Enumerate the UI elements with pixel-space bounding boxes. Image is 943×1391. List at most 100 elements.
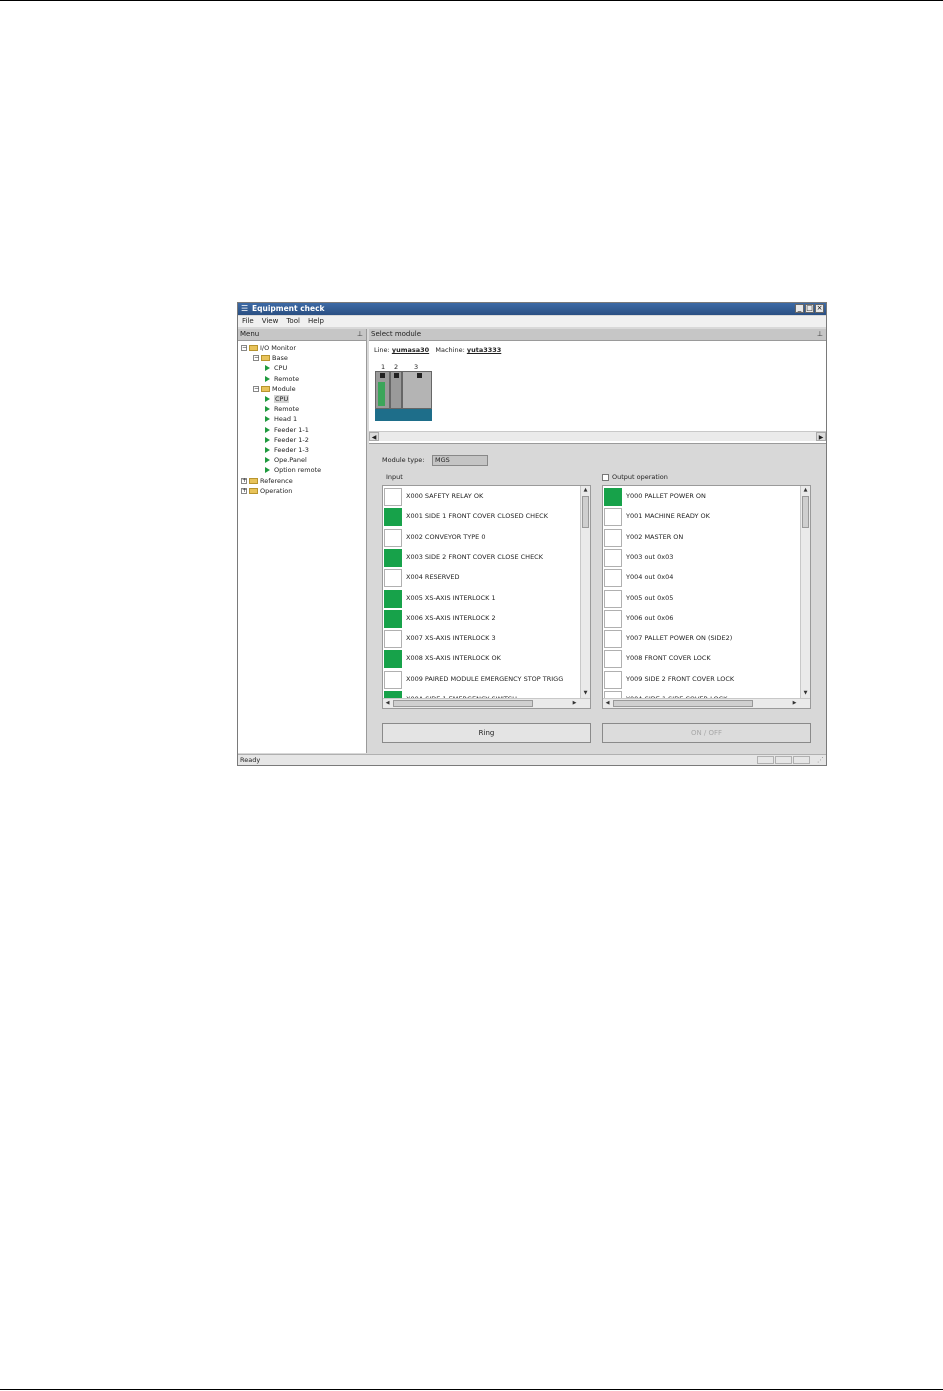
input-row[interactable]: X000 SAFETY RELAY OK [384, 487, 578, 507]
tree-item[interactable]: Feeder 1-1 [265, 425, 309, 435]
close-button[interactable]: × [815, 304, 824, 313]
tree-item[interactable]: Remote [265, 374, 299, 384]
tree-item[interactable]: − Base [253, 353, 288, 363]
green-play-icon [265, 457, 270, 464]
scroll-thumb[interactable] [393, 700, 533, 707]
status-indicator [384, 589, 402, 608]
line-value[interactable]: yumasa30 [392, 346, 429, 354]
input-row[interactable]: X007 XS-AXIS INTERLOCK 3 [384, 629, 578, 649]
module-1-graphic[interactable] [375, 371, 390, 409]
output-row[interactable]: Y002 MASTER ON [604, 528, 798, 548]
scroll-left-icon[interactable]: ◀ [603, 699, 612, 708]
output-list[interactable]: Y00A SIDE 1 SIDE COVER LOCKY009 SIDE 2 F… [602, 485, 811, 709]
green-play-icon [265, 467, 270, 474]
scroll-left-icon[interactable]: ◀ [369, 432, 379, 441]
maximize-button[interactable]: □ [805, 304, 814, 313]
input-row[interactable]: X006 XS-AXIS INTERLOCK 2 [384, 609, 578, 629]
output-row[interactable]: Y005 out 0x05 [604, 589, 798, 609]
scroll-thumb[interactable] [582, 496, 589, 528]
output-operation-label: Output operation [612, 473, 668, 481]
minimize-button[interactable]: _ [795, 304, 804, 313]
machine-value[interactable]: yuta3333 [467, 346, 501, 354]
machine-base [375, 409, 432, 421]
tree-item[interactable]: Feeder 1-3 [265, 445, 309, 455]
tree-item[interactable]: Option remote [265, 465, 321, 475]
tree-item[interactable]: − I/O Monitor [241, 343, 296, 353]
line-label: Line: [374, 346, 390, 354]
scroll-thumb[interactable] [613, 700, 753, 707]
status-text: Ready [240, 756, 261, 764]
tree-item[interactable]: CPU [265, 363, 287, 373]
input-row[interactable]: X002 CONVEYOR TYPE 0 [384, 528, 578, 548]
input-row[interactable]: X004 RESERVED [384, 568, 578, 588]
output-row[interactable]: Y001 MACHINE READY OK [604, 507, 798, 527]
tree-item[interactable]: − Module [253, 384, 296, 394]
tree-item[interactable]: Remote [265, 404, 299, 414]
output-row[interactable]: Y009 SIDE 2 FRONT COVER LOCK [604, 670, 798, 690]
title-bar[interactable]: ☰ Equipment check _ □ × [238, 303, 826, 315]
scroll-up-icon[interactable]: ▲ [801, 486, 810, 495]
expand-icon[interactable]: + [241, 477, 247, 484]
input-label: X000 SAFETY RELAY OK [406, 492, 484, 500]
output-row[interactable]: Y003 out 0x03 [604, 548, 798, 568]
output-label: Y008 FRONT COVER LOCK [626, 654, 711, 663]
tree-item[interactable]: + Reference [241, 476, 293, 486]
output-row[interactable]: Y007 PALLET POWER ON (SIDE2) [604, 629, 798, 649]
output-row[interactable]: Y006 out 0x06 [604, 609, 798, 629]
green-play-icon [265, 447, 270, 453]
collapse-icon[interactable]: − [253, 355, 259, 362]
tree-item[interactable]: CPU [265, 394, 290, 404]
horizontal-scrollbar[interactable]: ◀ ▶ [603, 698, 810, 708]
collapse-icon[interactable]: − [241, 345, 247, 351]
module-2-graphic[interactable] [390, 371, 402, 409]
scroll-down-icon[interactable]: ▼ [801, 689, 810, 698]
input-row[interactable]: X009 PAIRED MODULE EMERGENCY STOP TRIGG [384, 670, 578, 690]
menu-file[interactable]: File [238, 316, 258, 327]
horizontal-scrollbar[interactable]: ◀ ▶ [369, 431, 826, 441]
scroll-down-icon[interactable]: ▼ [581, 689, 590, 698]
scroll-up-icon[interactable]: ▲ [581, 486, 590, 495]
scroll-right-icon[interactable]: ▶ [790, 699, 799, 708]
tree-item[interactable]: + Operation [241, 486, 292, 496]
scroll-thumb[interactable] [802, 496, 809, 528]
output-row[interactable]: Y008 FRONT COVER LOCK [604, 649, 798, 669]
status-indicator [384, 488, 402, 506]
output-operation-toggle[interactable]: Output operation [602, 473, 668, 482]
output-label: Y005 out 0x05 [626, 593, 674, 602]
machine-graphic[interactable] [375, 371, 432, 421]
menu-help[interactable]: Help [304, 316, 328, 327]
vertical-scrollbar[interactable]: ▲ ▼ [800, 486, 810, 698]
collapse-icon[interactable]: − [253, 385, 259, 392]
module-type-field: MGS [432, 455, 488, 466]
input-list[interactable]: X00A SIDE 1 EMERGENCY SWITCHX009 PAIRED … [382, 485, 591, 709]
input-row[interactable]: X008 XS-AXIS INTERLOCK OK [384, 649, 578, 669]
tree-item[interactable]: Ope.Panel [265, 455, 307, 465]
menu-tool[interactable]: Tool [282, 316, 304, 327]
tree-item[interactable]: Feeder 1-2 [265, 435, 309, 445]
on-off-button[interactable]: ON / OFF [602, 723, 811, 743]
ring-button[interactable]: Ring [382, 723, 591, 743]
pin-icon[interactable]: ⊥ [357, 329, 363, 340]
input-row[interactable]: X005 XS-AXIS INTERLOCK 1 [384, 589, 578, 609]
input-row[interactable]: X001 SIDE 1 FRONT COVER CLOSED CHECK [384, 507, 578, 527]
scroll-right-icon[interactable]: ▶ [570, 699, 579, 708]
output-label: Y004 out 0x04 [626, 573, 674, 582]
input-row[interactable]: X003 SIDE 2 FRONT COVER CLOSE CHECK [384, 548, 578, 568]
tree-item-label: Feeder 1-2 [274, 435, 309, 444]
output-row[interactable]: Y000 PALLET POWER ON [604, 487, 798, 507]
output-operation-checkbox[interactable] [602, 473, 609, 481]
resize-grip-icon[interactable]: ⋰ [817, 756, 824, 764]
vertical-scrollbar[interactable]: ▲ ▼ [580, 486, 590, 698]
expand-icon[interactable]: + [241, 487, 247, 494]
io-area: Module type: MGS Input Output operation … [369, 445, 826, 753]
output-row[interactable]: Y004 out 0x04 [604, 568, 798, 588]
pin-icon[interactable]: ⊥ [817, 329, 823, 340]
menu-view[interactable]: View [258, 316, 283, 327]
horizontal-scrollbar[interactable]: ◀ ▶ [383, 698, 590, 708]
flag-icon [394, 373, 399, 378]
scroll-right-icon[interactable]: ▶ [816, 432, 826, 441]
select-module-title: Select module [371, 330, 422, 338]
module-3-graphic[interactable] [402, 371, 432, 409]
tree-item[interactable]: Head 1 [265, 414, 297, 424]
scroll-left-icon[interactable]: ◀ [383, 699, 392, 708]
